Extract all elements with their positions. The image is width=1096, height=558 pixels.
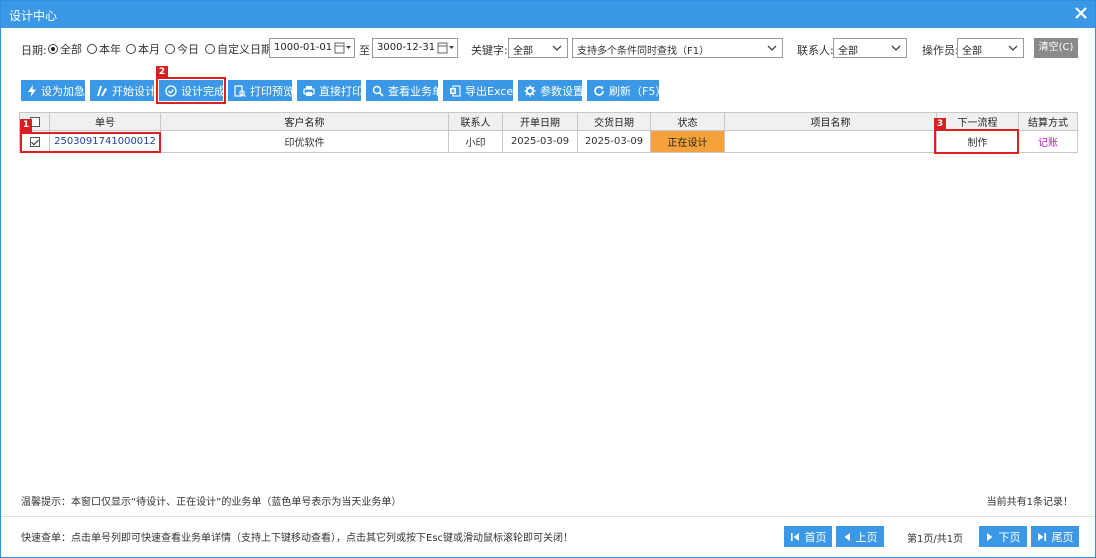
date-radio-month[interactable]: 本月 — [126, 41, 160, 57]
table-header: 单号 客户名称 联系人 开单日期 交货日期 状态 项目名称 下一流程 结算方式 — [19, 112, 1078, 131]
date-to-label: 至 — [359, 44, 370, 57]
customer-cell[interactable]: 印优软件 — [161, 131, 449, 152]
keyword-scope-select[interactable]: 全部 — [508, 38, 568, 58]
table-row[interactable]: 2503091741000012 印优软件 小印 2025-03-09 2025… — [19, 131, 1078, 153]
annotation-box-3 — [934, 129, 1019, 154]
radio-circle — [126, 44, 136, 54]
design-center-window: 设计中心 日期: 全部 本年 本月 今日 自定义日期 1000-01-01 至 … — [0, 0, 1096, 558]
col-next-step[interactable]: 下一流程 — [937, 113, 1019, 130]
print-preview-button[interactable]: 打印预览 — [228, 80, 294, 101]
annotation-box-2 — [156, 77, 226, 104]
annotation-box-1 — [20, 132, 161, 153]
chevron-down-icon — [550, 41, 564, 55]
lightning-icon — [28, 84, 36, 97]
title-bar: 设计中心 — [1, 1, 1095, 28]
col-open-date[interactable]: 开单日期 — [503, 113, 578, 130]
annotation-badge-2: 2 — [156, 66, 168, 79]
divider — [1, 516, 1095, 517]
settlement-cell[interactable]: 记账 — [1019, 131, 1077, 152]
col-contact[interactable]: 联系人 — [449, 113, 503, 130]
prev-page-button[interactable]: 上页 — [836, 526, 884, 547]
contact-cell[interactable]: 小印 — [449, 131, 503, 152]
settings-button[interactable]: 参数设置 — [518, 80, 584, 101]
next-page-button[interactable]: 下页 — [979, 526, 1027, 547]
contact-label: 联系人: — [797, 44, 834, 57]
arrow-right-icon — [986, 532, 992, 541]
col-delivery-date[interactable]: 交货日期 — [578, 113, 651, 130]
contact-select[interactable]: 全部 — [833, 38, 907, 58]
date-label: 日期: — [21, 44, 47, 57]
chevron-down-icon — [889, 41, 903, 55]
operator-select[interactable]: 全部 — [957, 38, 1024, 58]
window-title: 设计中心 — [9, 9, 58, 23]
chevron-down-icon — [765, 41, 779, 55]
date-radio-today[interactable]: 今日 — [165, 41, 199, 57]
calendar-dropdown-icon[interactable] — [334, 41, 352, 55]
open-date-cell[interactable]: 2025-03-09 — [503, 131, 578, 152]
keyword-label: 关键字: — [471, 44, 508, 57]
col-order-no[interactable]: 单号 — [50, 113, 161, 130]
page-info: 第1页/共1页 — [907, 534, 964, 545]
radio-circle — [165, 44, 175, 54]
gear-icon — [524, 85, 536, 96]
operator-label: 操作员: — [922, 44, 959, 57]
date-radio-all[interactable]: 全部 — [48, 41, 82, 57]
record-count: 当前共有1条记录！ — [986, 497, 1073, 508]
view-order-button[interactable]: 查看业务单 — [366, 80, 443, 101]
date-to-field[interactable]: 3000-12-31 — [372, 38, 458, 58]
excel-icon — [450, 84, 461, 97]
calendar-dropdown-icon[interactable] — [437, 41, 455, 55]
start-design-button[interactable]: 开始设计 — [90, 80, 156, 101]
first-page-button[interactable]: 首页 — [784, 526, 832, 547]
quick-view-text: 快速查单：点击单号列即可快速查看业务单详情（支持上下键移动查看），点击其它列或按… — [21, 533, 574, 544]
refresh-button[interactable]: 刷新（F5） — [587, 80, 666, 101]
date-radio-custom[interactable]: 自定义日期 — [205, 41, 272, 57]
close-icon[interactable] — [1073, 5, 1089, 21]
col-customer[interactable]: 客户名称 — [161, 113, 449, 130]
hint-text: 温馨提示：本窗口仅显示“待设计、正在设计”的业务单（蓝色单号表示为当天业务单） — [21, 497, 402, 508]
first-page-icon — [790, 532, 799, 541]
status-badge[interactable]: 正在设计 — [651, 131, 725, 152]
col-settlement[interactable]: 结算方式 — [1019, 113, 1077, 130]
design-icon — [97, 85, 107, 96]
date-radio-year[interactable]: 本年 — [87, 41, 121, 57]
export-excel-button[interactable]: 导出Excel — [443, 80, 516, 101]
col-project[interactable]: 项目名称 — [725, 113, 937, 130]
refresh-icon — [594, 85, 604, 96]
printer-icon — [303, 85, 315, 96]
date-from-field[interactable]: 1000-01-01 — [269, 38, 355, 58]
search-icon — [372, 85, 384, 97]
radio-circle — [48, 44, 58, 54]
col-status[interactable]: 状态 — [651, 113, 725, 130]
last-page-icon — [1037, 532, 1046, 541]
filter-bar: 日期: 全部 本年 本月 今日 自定义日期 1000-01-01 至 3000-… — [1, 37, 1095, 59]
radio-circle — [87, 44, 97, 54]
annotation-badge-1: 1 — [20, 119, 32, 132]
direct-print-button[interactable]: 直接打印 — [297, 80, 363, 101]
clear-button[interactable]: 清空(C) — [1034, 38, 1078, 58]
last-page-button[interactable]: 尾页 — [1031, 526, 1079, 547]
radio-circle — [205, 44, 215, 54]
keyword-search-input[interactable]: 支持多个条件同时查找（F1） — [572, 38, 783, 58]
arrow-left-icon — [844, 532, 850, 541]
project-cell[interactable] — [725, 131, 937, 152]
chevron-down-icon — [1006, 41, 1020, 55]
annotation-badge-3: 3 — [934, 118, 946, 131]
delivery-date-cell[interactable]: 2025-03-09 — [578, 131, 651, 152]
set-urgent-button[interactable]: 设为加急 — [21, 80, 85, 101]
print-preview-icon — [234, 84, 246, 97]
